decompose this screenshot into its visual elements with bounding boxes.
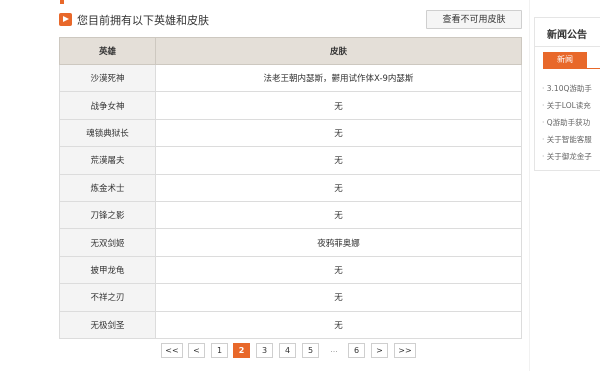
table-row: 刀锋之影无 xyxy=(59,200,522,230)
table-row: 炼金术士无 xyxy=(59,173,522,202)
page-5-button[interactable]: 5 xyxy=(302,343,319,358)
news-tab-underline xyxy=(543,68,600,69)
news-item[interactable]: 关于LOL读充 xyxy=(542,97,592,114)
hero-name: 披甲龙龟 xyxy=(59,255,156,285)
next-page-button[interactable]: > xyxy=(371,343,388,358)
hero-name: 不祥之刃 xyxy=(59,283,156,312)
news-item[interactable]: 关于智能客服 xyxy=(542,131,592,148)
table-row: 无极剑圣无 xyxy=(59,310,522,339)
table-row: 不祥之刃无 xyxy=(59,283,522,312)
news-divider xyxy=(535,46,600,47)
page-divider xyxy=(529,0,530,371)
skin-names: 无 xyxy=(155,173,522,202)
play-arrow-icon xyxy=(59,13,72,26)
tab-news[interactable]: 新闻 xyxy=(543,52,587,68)
news-list: 3.10Q游助手 关于LOL读充 Q游助手获功 关于智能客服 关于御龙金子 xyxy=(542,80,592,165)
skin-names: 无 xyxy=(155,91,522,120)
prev-page-button[interactable]: < xyxy=(188,343,205,358)
skin-names: 无 xyxy=(155,200,522,230)
hero-name: 无双剑姬 xyxy=(59,228,156,257)
table-row: 无双剑姬 夜鸦菲奥娜 xyxy=(59,228,522,257)
pagination-ellipsis: ... xyxy=(324,343,344,358)
skin-names: 无 xyxy=(155,255,522,285)
hero-column-header: 英雄 xyxy=(59,37,156,65)
page-6-button[interactable]: 6 xyxy=(348,343,365,358)
view-unavailable-skins-button[interactable]: 查看不可用皮肤 xyxy=(426,10,522,29)
news-item[interactable]: 关于御龙金子 xyxy=(542,148,592,165)
news-item[interactable]: Q游助手获功 xyxy=(542,114,592,131)
hero-name: 魂锁典狱长 xyxy=(59,118,156,148)
table-header-row: 英雄 皮肤 xyxy=(59,37,522,65)
news-title: 新闻公告 xyxy=(547,30,587,41)
section-title: 您目前拥有以下英雄和皮肤 xyxy=(77,14,209,27)
table-row: 魂锁典狱长无 xyxy=(59,118,522,148)
bullet-icon xyxy=(60,0,64,4)
skin-names: 无 xyxy=(155,146,522,175)
table-row: 披甲龙龟无 xyxy=(59,255,522,285)
news-panel: 新闻公告 新闻 3.10Q游助手 关于LOL读充 Q游助手获功 关于智能客服 关… xyxy=(534,17,600,171)
skin-column-header: 皮肤 xyxy=(155,37,522,65)
table-row: 沙漠死神 法老王朝内瑟斯，鬱用试作体X-9内瑟斯 xyxy=(59,63,522,93)
hero-name: 刀锋之影 xyxy=(59,200,156,230)
table-row: 荒漠屠夫无 xyxy=(59,146,522,175)
skin-names: 无 xyxy=(155,310,522,339)
page-3-button[interactable]: 3 xyxy=(256,343,273,358)
last-page-button[interactable]: >> xyxy=(394,343,416,358)
skin-names: 无 xyxy=(155,283,522,312)
owned-section-header: 您目前拥有以下英雄和皮肤 查看不可用皮肤 xyxy=(59,10,522,32)
hero-name: 沙漠死神 xyxy=(59,63,156,93)
news-item[interactable]: 3.10Q游助手 xyxy=(542,80,592,97)
hero-skin-table: 英雄 皮肤 沙漠死神 法老王朝内瑟斯，鬱用试作体X-9内瑟斯 战争女神无 魂锁典狱… xyxy=(59,37,522,339)
hero-name: 荒漠屠夫 xyxy=(59,146,156,175)
skin-names: 夜鸦菲奥娜 xyxy=(155,228,522,257)
first-page-button[interactable]: << xyxy=(161,343,183,358)
skin-names: 无 xyxy=(155,118,522,148)
hero-name: 无极剑圣 xyxy=(59,310,156,339)
skin-names: 法老王朝内瑟斯，鬱用试作体X-9内瑟斯 xyxy=(155,63,522,93)
hero-name: 炼金术士 xyxy=(59,173,156,202)
table-row: 战争女神无 xyxy=(59,91,522,120)
truncated-notice xyxy=(60,0,520,7)
page-4-button[interactable]: 4 xyxy=(279,343,296,358)
page-1-button[interactable]: 1 xyxy=(211,343,228,358)
hero-name: 战争女神 xyxy=(59,91,156,120)
page-2-button[interactable]: 2 xyxy=(233,343,250,358)
